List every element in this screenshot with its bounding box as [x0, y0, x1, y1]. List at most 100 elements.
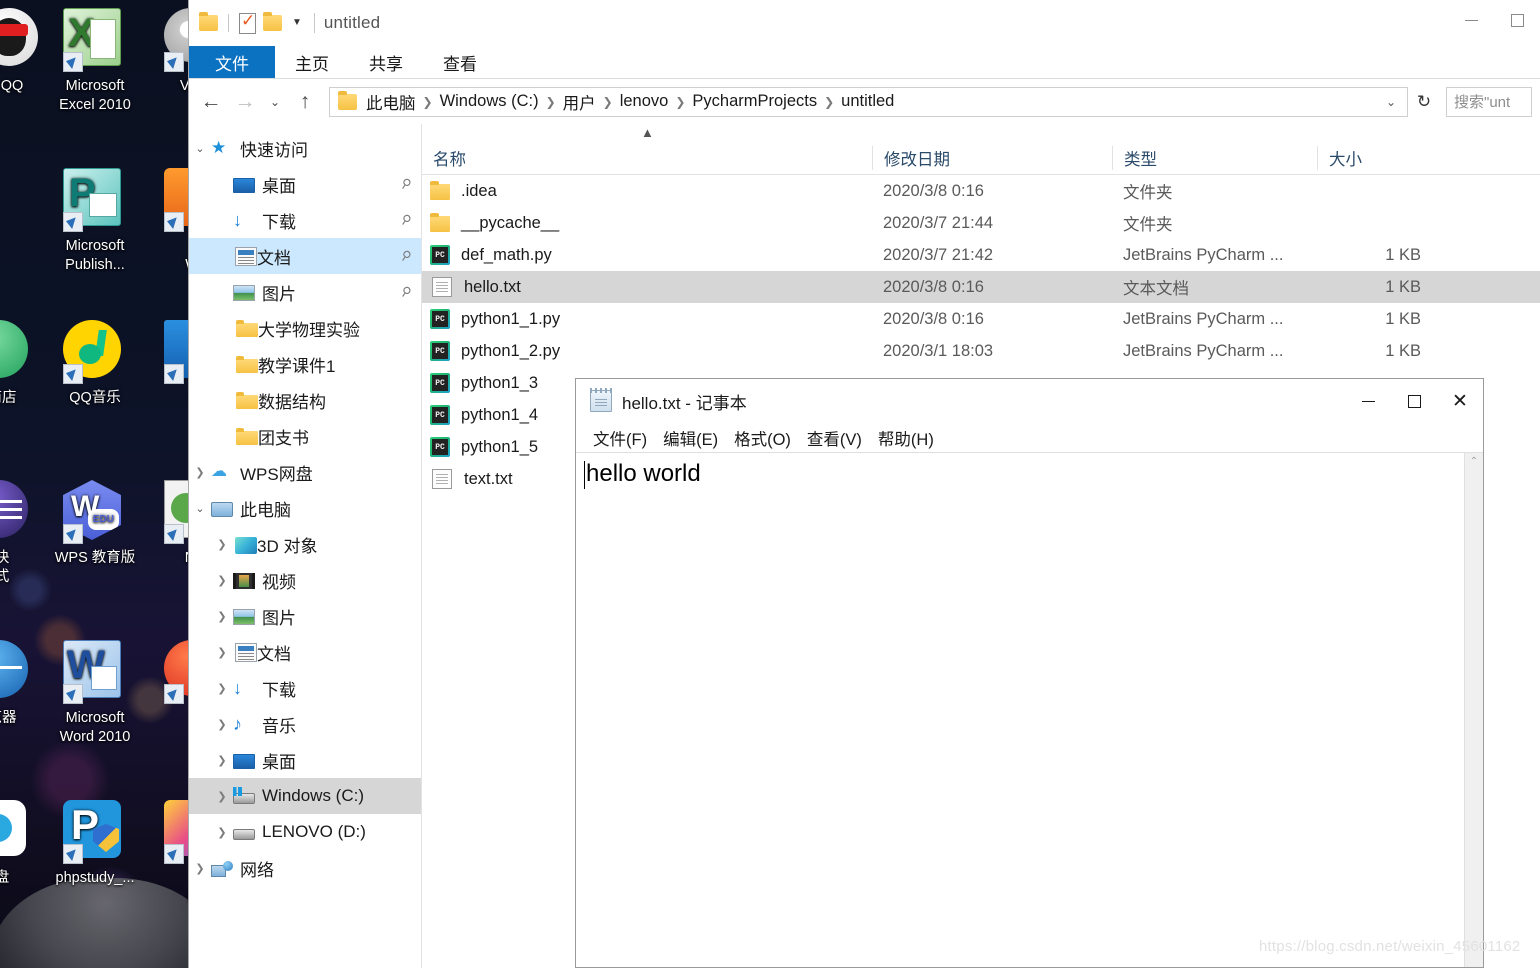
desktop-icon-microsoft-store[interactable]: 商店: [0, 320, 48, 408]
sidebar-item-9[interactable]: ❯ ☁ WPS网盘: [189, 454, 421, 490]
sidebar-item-10[interactable]: ⌄ 此电脑: [189, 490, 421, 526]
pin-icon[interactable]: ⚲: [398, 211, 414, 230]
table-row[interactable]: .idea 2020/3/8 0:16 文件夹: [422, 175, 1540, 207]
chevron-down-icon[interactable]: ▼: [292, 18, 302, 28]
ribbon-tab-3[interactable]: 查看: [423, 46, 497, 78]
chevron-right-icon[interactable]: ❯: [211, 646, 233, 659]
up-button[interactable]: ↑: [289, 86, 321, 118]
table-row[interactable]: __pycache__ 2020/3/7 21:44 文件夹: [422, 207, 1540, 239]
music-icon: ♪: [233, 714, 242, 734]
scroll-up-icon[interactable]: ⌃: [1470, 456, 1478, 467]
minimize-button[interactable]: [1448, 0, 1494, 40]
recent-locations-button[interactable]: ⌄: [263, 86, 287, 118]
table-row[interactable]: hello.txt 2020/3/8 0:16 文本文档 1 KB: [422, 271, 1540, 303]
desktop-icon-wps-edu[interactable]: W EDU WPS 教育版: [49, 480, 141, 568]
notepad-menu-item-2[interactable]: 格式(O): [727, 426, 798, 450]
desktop-icon-browser[interactable]: 览器: [0, 640, 48, 728]
chevron-right-icon[interactable]: ❯: [189, 862, 211, 875]
chevron-right-icon[interactable]: ❯: [211, 790, 233, 803]
forward-button[interactable]: →: [229, 86, 261, 118]
chevron-right-icon[interactable]: ❯: [211, 610, 233, 623]
new-folder-icon[interactable]: [263, 12, 282, 31]
column-header-3[interactable]: 大小: [1317, 145, 1447, 170]
notepad-menu-item-4[interactable]: 帮助(H): [871, 426, 941, 450]
pin-icon[interactable]: ⚲: [398, 247, 414, 266]
sidebar-item-3[interactable]: 文档 ⚲: [189, 238, 421, 274]
column-header-2[interactable]: 类型: [1112, 145, 1317, 170]
sidebar-item-11[interactable]: ❯ 3D 对象: [189, 526, 421, 562]
sidebar-item-12[interactable]: ❯ 视频: [189, 562, 421, 598]
sidebar-item-4[interactable]: 图片 ⚲: [189, 274, 421, 310]
breadcrumb-item-2[interactable]: 用户: [558, 90, 601, 114]
sidebar-item-13[interactable]: ❯ 图片: [189, 598, 421, 634]
desktop-icon-microsoft-excel-2010[interactable]: X Microsoft Excel 2010: [49, 8, 141, 115]
notepad-minimize-button[interactable]: [1345, 379, 1391, 423]
chevron-right-icon[interactable]: ❯: [211, 682, 233, 695]
address-dropdown-icon[interactable]: ⌄: [1379, 95, 1403, 109]
notepad-menu-item-1[interactable]: 编辑(E): [656, 426, 725, 450]
column-header-0[interactable]: 名称: [422, 146, 872, 170]
ribbon-tab-0[interactable]: 文件: [189, 46, 275, 78]
maximize-button[interactable]: [1494, 0, 1540, 40]
table-row[interactable]: python1_2.py 2020/3/1 18:03 JetBrains PyCh…: [422, 335, 1540, 367]
sidebar-item-0[interactable]: ⌄ ★ 快速访问: [189, 130, 421, 166]
sidebar-item-1[interactable]: 桌面 ⚲: [189, 166, 421, 202]
pin-icon[interactable]: ⚲: [398, 175, 414, 194]
notepad-editor-area[interactable]: hello world ⌃: [576, 453, 1483, 967]
chevron-right-icon[interactable]: ❯: [211, 538, 233, 551]
desktop-icon-disk-tool[interactable]: 盘: [0, 800, 48, 888]
sidebar-item-2[interactable]: ↓ 下载 ⚲: [189, 202, 421, 238]
chevron-right-icon[interactable]: ❯: [211, 826, 233, 839]
chevron-right-icon[interactable]: ❯: [189, 466, 211, 479]
notepad-menu-item-3[interactable]: 查看(V): [800, 426, 869, 450]
address-bar[interactable]: 此电脑 ❯ Windows (C:) ❯ 用户 ❯ lenovo ❯ PycharmProjec…: [329, 86, 1408, 117]
sidebar-item-5[interactable]: 大学物理实验: [189, 310, 421, 346]
table-row[interactable]: def_math.py 2020/3/7 21:42 JetBrains PyCha…: [422, 239, 1540, 271]
sidebar-item-7[interactable]: 数据结构: [189, 382, 421, 418]
breadcrumb-item-4[interactable]: PycharmProjects: [687, 92, 822, 111]
notepad-text[interactable]: hello world: [576, 453, 1464, 967]
sidebar-item-20[interactable]: ❯ 网络: [189, 850, 421, 886]
breadcrumb-item-1[interactable]: Windows (C:): [435, 92, 544, 111]
folder-icon[interactable]: [199, 12, 218, 31]
breadcrumb-item-3[interactable]: lenovo: [615, 92, 674, 111]
refresh-button[interactable]: ↻: [1410, 87, 1438, 117]
notepad-close-button[interactable]: ✕: [1437, 379, 1483, 423]
back-button[interactable]: ←: [195, 86, 227, 118]
quick-format-tool-icon: [0, 480, 34, 544]
sidebar-item-14[interactable]: ❯ 文档: [189, 634, 421, 670]
breadcrumb-item-0[interactable]: 此电脑: [361, 90, 421, 114]
sidebar-item-18[interactable]: ❯ Windows (C:): [189, 778, 421, 814]
sidebar-item-15[interactable]: ❯ ↓ 下载: [189, 670, 421, 706]
desktop-icon-microsoft-publisher[interactable]: P Microsoft Publish...: [49, 168, 141, 275]
notepad-title-bar: hello.txt - 记事本 ✕: [576, 379, 1483, 423]
properties-icon[interactable]: [239, 11, 256, 34]
desktop-icon-qq-music[interactable]: QQ音乐: [49, 320, 141, 408]
chevron-right-icon[interactable]: ❯: [211, 718, 233, 731]
sidebar-item-6[interactable]: 教学课件1: [189, 346, 421, 382]
documents-icon: [235, 643, 257, 662]
chevron-right-icon[interactable]: ❯: [211, 574, 233, 587]
desktop-icon-microsoft-word-2010[interactable]: W Microsoft Word 2010: [49, 640, 141, 747]
notepad-menu-item-0[interactable]: 文件(F): [586, 426, 654, 450]
sidebar-item-19[interactable]: ❯ LENOVO (D:): [189, 814, 421, 850]
notepad-maximize-button[interactable]: [1391, 379, 1437, 423]
column-header-1[interactable]: 修改日期: [872, 145, 1112, 170]
desktop-icon-quick-format-tool[interactable]: 快式: [0, 480, 48, 587]
pin-icon[interactable]: ⚲: [398, 283, 414, 302]
sidebar-item-8[interactable]: 团支书: [189, 418, 421, 454]
chevron-down-icon[interactable]: ⌄: [189, 502, 211, 515]
search-box[interactable]: 搜索"unt: [1446, 86, 1532, 117]
ribbon-tab-1[interactable]: 主页: [275, 46, 349, 78]
notepad-scrollbar[interactable]: ⌃: [1464, 453, 1483, 967]
sidebar-item-16[interactable]: ❯ ♪ 音乐: [189, 706, 421, 742]
chevron-down-icon[interactable]: ⌄: [189, 142, 211, 155]
ribbon-tab-2[interactable]: 共享: [349, 46, 423, 78]
search-input[interactable]: 搜索"unt: [1454, 91, 1510, 112]
table-row[interactable]: python1_1.py 2020/3/8 0:16 JetBrains PyCha…: [422, 303, 1540, 335]
chevron-right-icon[interactable]: ❯: [211, 754, 233, 767]
desktop-icon-phpstudy[interactable]: Pphpstudy_...: [49, 800, 141, 888]
file-size: 1 KB: [1385, 341, 1421, 360]
sidebar-item-17[interactable]: ❯ 桌面: [189, 742, 421, 778]
breadcrumb-item-5[interactable]: untitled: [836, 92, 899, 111]
